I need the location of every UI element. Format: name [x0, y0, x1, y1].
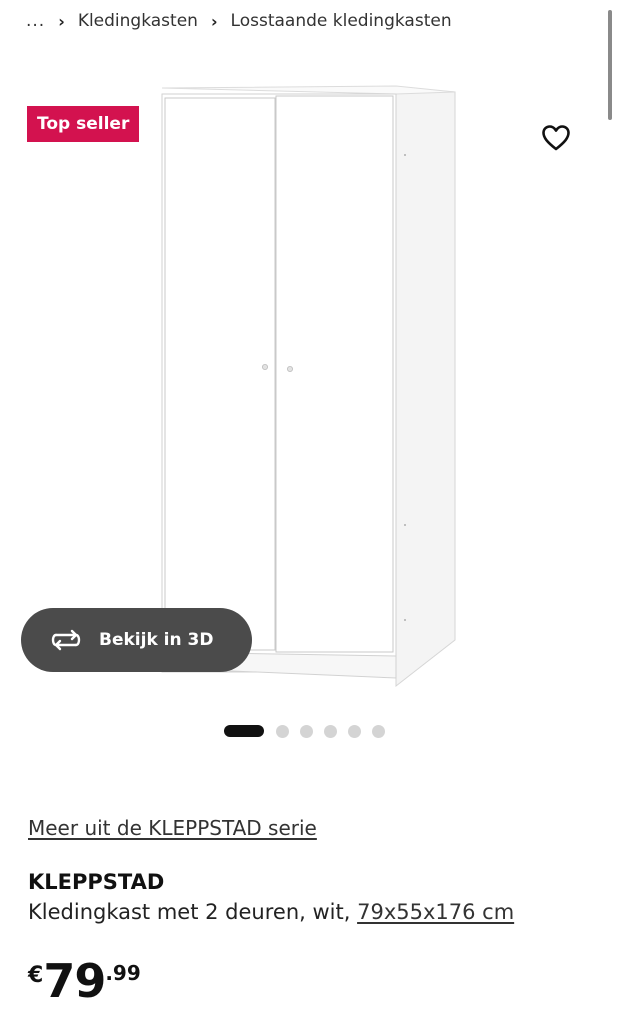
breadcrumb-item-losstaande[interactable]: Losstaande kledingkasten [231, 11, 452, 31]
product-description: Kledingkast met 2 deuren, wit, 79x55x176… [28, 900, 514, 924]
product-description-text: Kledingkast met 2 deuren, wit, [28, 900, 351, 924]
chevron-right-icon: › [58, 11, 65, 31]
view-in-3d-label: Bekijk in 3D [99, 630, 214, 650]
series-link[interactable]: Meer uit de KLEPPSTAD serie [28, 816, 317, 840]
carousel-dot-4[interactable] [324, 724, 337, 738]
breadcrumb: ... › Kledingkasten › Losstaande kleding… [26, 8, 452, 34]
price-currency: € [28, 963, 44, 988]
price-integer: 79 [43, 954, 106, 1008]
carousel-dot-1[interactable] [224, 725, 264, 737]
product-name: KLEPPSTAD [28, 870, 165, 894]
carousel-dot-2[interactable] [276, 724, 289, 738]
image-carousel-indicator [224, 724, 396, 738]
wardrobe-illustration [161, 85, 456, 688]
page-scrollbar[interactable] [608, 10, 612, 120]
price-decimal: .99 [105, 961, 141, 985]
product-price: € 79 .99 [28, 955, 141, 1007]
rotate-360-icon [49, 628, 83, 652]
chevron-right-icon: › [210, 11, 218, 31]
top-seller-badge: Top seller [27, 106, 140, 142]
carousel-dot-5[interactable] [348, 724, 361, 738]
breadcrumb-item-kledingkasten[interactable]: Kledingkasten [78, 11, 198, 31]
view-in-3d-button[interactable]: Bekijk in 3D [21, 608, 252, 672]
product-dimensions-link[interactable]: 79x55x176 cm [357, 900, 514, 924]
product-image[interactable] [140, 80, 470, 690]
carousel-dot-3[interactable] [300, 724, 313, 738]
carousel-dot-6[interactable] [372, 724, 385, 738]
breadcrumb-ellipsis[interactable]: ... [26, 11, 45, 31]
favorite-button[interactable] [539, 122, 573, 154]
heart-outline-icon [542, 125, 570, 151]
